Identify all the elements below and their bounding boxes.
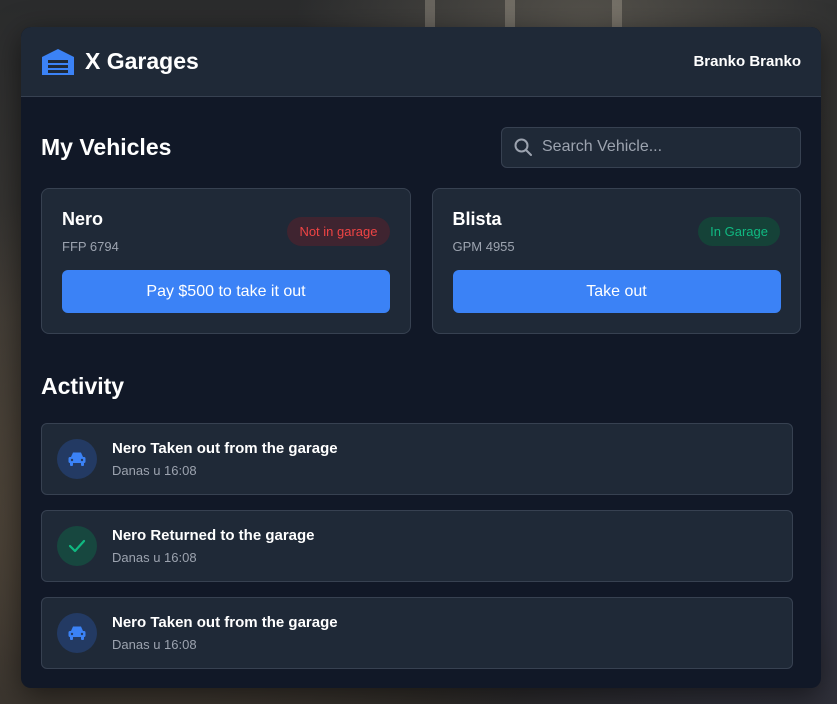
list-item: Nero Returned to the garage Danas u 16:0… [41, 510, 793, 582]
background-light [425, 0, 435, 30]
vehicles-header: My Vehicles [41, 126, 801, 168]
car-icon [57, 613, 97, 653]
activity-time: Danas u 16:08 [112, 637, 197, 652]
activity-time: Danas u 16:08 [112, 550, 197, 565]
pay-take-out-button[interactable]: Pay $500 to take it out [62, 270, 390, 313]
check-icon [57, 526, 97, 566]
activity-time: Danas u 16:08 [112, 463, 197, 478]
search-box[interactable] [501, 126, 801, 168]
activity-text: Nero Taken out from the garage Danas u 1… [112, 614, 338, 652]
take-out-button[interactable]: Take out [452, 270, 781, 313]
activity-title-text: Nero Returned to the garage [112, 527, 315, 544]
status-badge: In Garage [698, 217, 780, 246]
vehicle-card: Nero FFP 6794 Not in garage Pay $500 to … [41, 188, 411, 334]
background-light [505, 0, 515, 30]
vehicle-cards: Nero FFP 6794 Not in garage Pay $500 to … [41, 188, 801, 334]
car-icon [57, 439, 97, 479]
garage-icon [41, 48, 75, 76]
activity-title: Activity [41, 373, 125, 399]
header-bar: X Garages Branko Branko [21, 27, 821, 97]
garage-panel: X Garages Branko Branko My Vehicles Nero… [21, 27, 821, 688]
search-icon [514, 138, 532, 156]
search-input[interactable] [542, 138, 788, 156]
activity-text: Nero Returned to the garage Danas u 16:0… [112, 527, 315, 565]
list-item: Nero Taken out from the garage Danas u 1… [41, 597, 793, 669]
vehicles-title: My Vehicles [41, 133, 172, 160]
brand: X Garages [41, 48, 199, 76]
activity-text: Nero Taken out from the garage Danas u 1… [112, 440, 338, 478]
activity-title-text: Nero Taken out from the garage [112, 614, 338, 631]
background-light [612, 0, 622, 30]
user-name: Branko Branko [693, 53, 801, 70]
vehicle-card: Blista GPM 4955 In Garage Take out [431, 188, 801, 334]
activity-title-text: Nero Taken out from the garage [112, 440, 338, 457]
list-item: Nero Taken out from the garage Danas u 1… [41, 423, 793, 495]
status-badge: Not in garage [287, 217, 390, 246]
app-title: X Garages [85, 48, 199, 74]
activity-list: Nero Taken out from the garage Danas u 1… [41, 423, 793, 669]
